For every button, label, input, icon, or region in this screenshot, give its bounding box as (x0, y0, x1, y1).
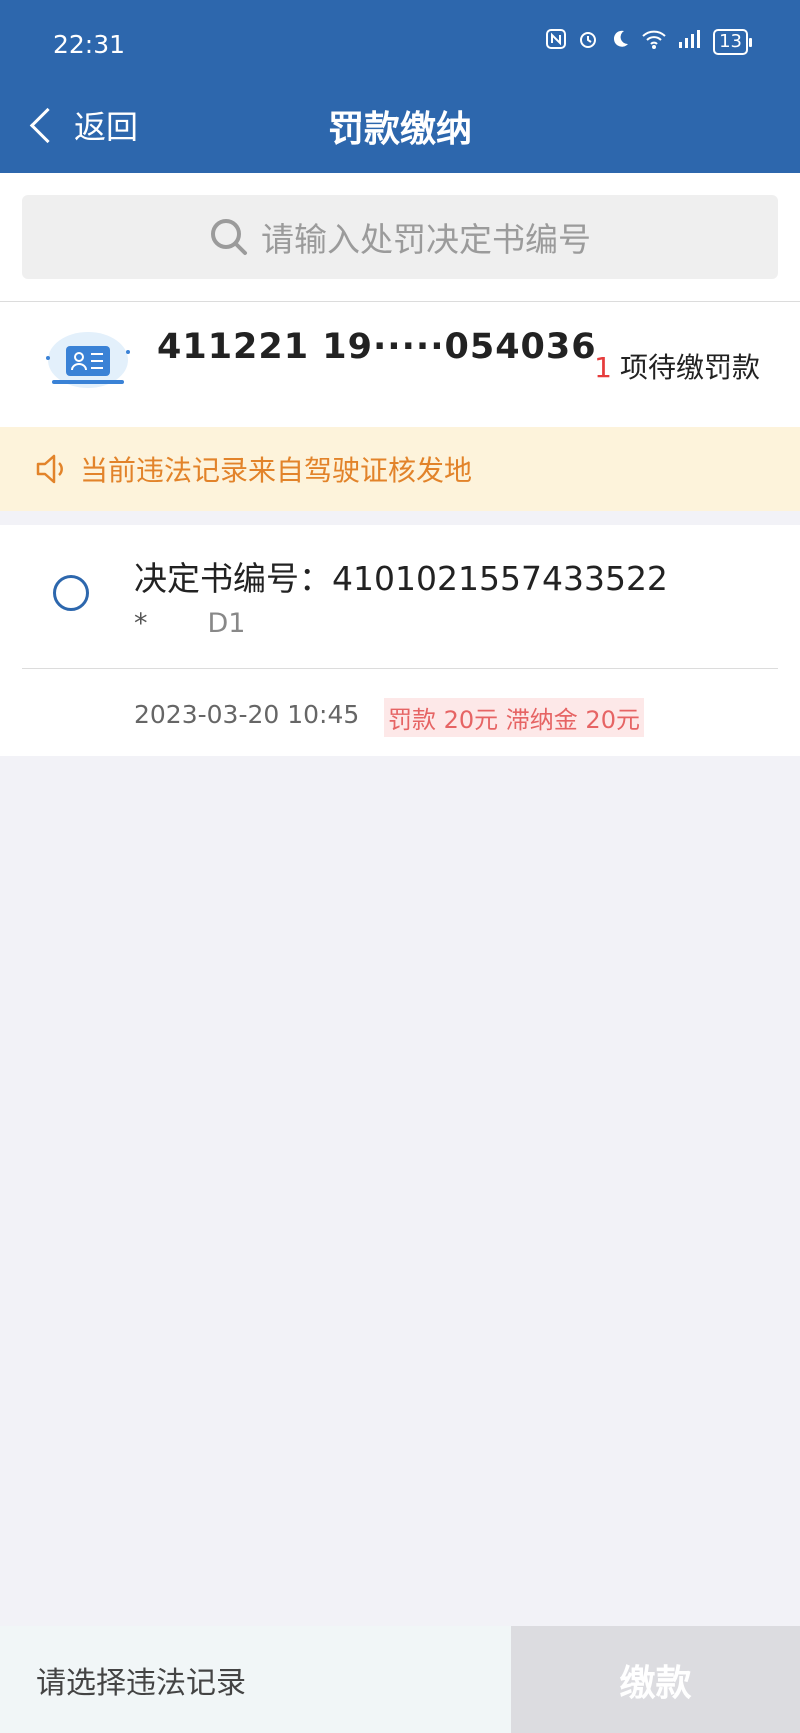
driver-card: 411221 19·····054036 1 项待缴罚款 (0, 302, 800, 427)
plate-prefix: * (134, 608, 148, 639)
wifi-icon (641, 28, 667, 56)
nfc-icon (545, 28, 567, 56)
decision-label: 决定书编号： (134, 559, 332, 598)
moon-icon (609, 28, 631, 56)
fee-tag: 罚款 20元 滞纳金 20元 (384, 698, 644, 737)
search-section: 请输入处罚决定书编号 (0, 173, 800, 301)
bottom-bar: 请选择违法记录 缴款 (0, 1626, 800, 1733)
decision-number: 决定书编号：4101021557433522 (134, 552, 668, 600)
pending-label: 项待缴罚款 (619, 351, 760, 384)
status-icons: 13 (545, 28, 752, 56)
driver-id-number: 411221 19·····054036 (157, 327, 597, 367)
signal-icon (677, 28, 703, 56)
license-card-icon (46, 332, 130, 388)
status-time: 22:31 (53, 30, 126, 59)
record-datetime: 2023-03-20 10:45 (134, 700, 360, 729)
record-select-radio[interactable] (53, 575, 89, 611)
speaker-icon (36, 454, 63, 484)
alarm-icon (577, 28, 599, 56)
pending-count: 1 (594, 351, 612, 384)
pending-fines: 1 项待缴罚款 (594, 346, 760, 386)
plate-code: D1 (207, 608, 246, 639)
violation-record[interactable]: 决定书编号：4101021557433522 * D1 2023-03-20 10… (0, 525, 800, 756)
plate-line: * D1 (134, 608, 245, 639)
search-input[interactable]: 请输入处罚决定书编号 (22, 195, 778, 279)
page-title: 罚款缴纳 (327, 109, 472, 150)
notice-banner: 当前违法记录来自驾驶证核发地 (0, 427, 800, 511)
pay-button[interactable]: 缴款 (511, 1626, 800, 1733)
search-icon (211, 219, 247, 255)
search-placeholder: 请输入处罚决定书编号 (261, 220, 591, 259)
record-divider (22, 668, 778, 669)
app-header: 22:31 13 返回 罚款缴纳 (0, 0, 800, 173)
notice-text: 当前违法记录来自驾驶证核发地 (80, 454, 473, 487)
decision-value: 4101021557433522 (332, 559, 668, 598)
battery-indicator: 13 (713, 29, 752, 55)
select-hint: 请选择违法记录 (0, 1626, 511, 1733)
